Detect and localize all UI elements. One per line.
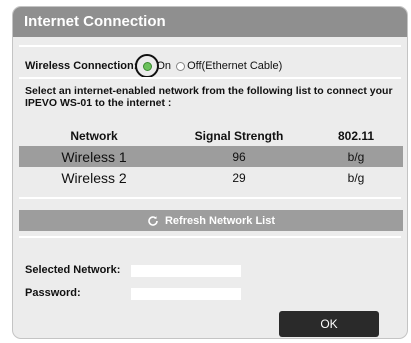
network-name: Wireless 2 bbox=[61, 169, 127, 186]
network-standard: b/g bbox=[347, 170, 365, 185]
signal-strength: 29 bbox=[232, 170, 246, 185]
refresh-button-label: Refresh Network List bbox=[164, 214, 276, 227]
divider bbox=[19, 236, 401, 238]
wireless-connection-label: Wireless Connection: bbox=[25, 60, 138, 72]
password-field[interactable] bbox=[131, 288, 241, 300]
network-table-header: Network Signal Strength 802.11 bbox=[19, 125, 403, 146]
network-standard: b/g bbox=[347, 149, 365, 164]
network-row[interactable]: Wireless 1 96 b/g bbox=[19, 146, 403, 167]
selected-network-label: Selected Network: bbox=[25, 264, 121, 276]
wireless-off-radio[interactable] bbox=[176, 61, 186, 71]
dialog-title: Internet Connection bbox=[13, 7, 407, 37]
wireless-off-option[interactable]: Off(Ethernet Cable) bbox=[173, 60, 282, 72]
wireless-connection-row: Wireless Connection: On Off(Ethernet Cab… bbox=[25, 54, 282, 78]
refresh-network-list-button[interactable]: Refresh Network List bbox=[19, 210, 403, 231]
network-row[interactable]: Wireless 2 29 b/g bbox=[19, 167, 403, 188]
divider bbox=[19, 197, 401, 199]
instructions-text: Select an internet-enabled network from … bbox=[25, 85, 393, 109]
network-name: Wireless 1 bbox=[61, 148, 127, 165]
ok-button[interactable]: OK bbox=[279, 311, 379, 337]
network-table: Network Signal Strength 802.11 Wireless … bbox=[19, 125, 403, 188]
column-header-signal: Signal Strength bbox=[194, 128, 284, 143]
column-header-standard: 802.11 bbox=[337, 128, 375, 143]
internet-connection-dialog: Internet Connection Wireless Connection:… bbox=[12, 6, 408, 339]
selected-network-field[interactable] bbox=[131, 265, 241, 277]
divider bbox=[19, 45, 401, 47]
highlight-circle bbox=[135, 54, 160, 78]
refresh-icon bbox=[148, 215, 158, 226]
column-header-network: Network bbox=[70, 128, 118, 143]
password-label: Password: bbox=[25, 287, 81, 299]
signal-strength: 96 bbox=[232, 149, 246, 164]
wireless-off-label: Off(Ethernet Cable) bbox=[187, 60, 283, 72]
wireless-on-radio-wrap[interactable] bbox=[135, 54, 160, 78]
divider bbox=[19, 77, 401, 79]
